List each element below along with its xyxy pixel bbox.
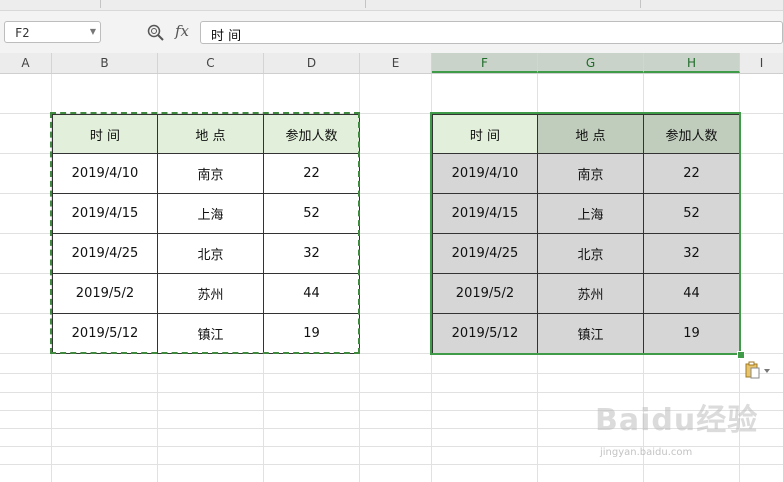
table-cell[interactable]: 南京 <box>158 154 264 194</box>
fill-handle[interactable] <box>737 351 745 359</box>
col-header-i[interactable]: I <box>740 53 783 73</box>
name-box[interactable]: F2 ▼ <box>4 21 101 43</box>
table-cell[interactable]: 2019/4/25 <box>52 234 158 274</box>
table-cell[interactable]: 2019/5/2 <box>432 274 538 314</box>
col-header-h[interactable]: H <box>644 53 740 73</box>
formula-value: 时 间 <box>211 29 242 44</box>
table-cell[interactable]: 北京 <box>538 234 644 274</box>
column-header-row: A B C D E F G H I <box>0 53 783 74</box>
table-cell[interactable]: 19 <box>644 314 740 354</box>
table-cell[interactable]: 上海 <box>538 194 644 234</box>
table-cell[interactable]: 19 <box>264 314 360 354</box>
table-cell[interactable]: 2019/4/10 <box>52 154 158 194</box>
paste-header-time[interactable]: 时 间 <box>432 114 538 154</box>
magnifier-icon[interactable] <box>146 23 166 43</box>
chevron-down-icon[interactable]: ▼ <box>90 27 96 36</box>
col-header-a[interactable]: A <box>0 53 52 73</box>
src-header-place[interactable]: 地 点 <box>158 114 264 154</box>
table-cell[interactable]: 镇江 <box>158 314 264 354</box>
table-cell[interactable]: 2019/5/12 <box>432 314 538 354</box>
formula-input[interactable]: 时 间 <box>200 21 783 44</box>
clipboard-icon[interactable] <box>745 361 771 379</box>
col-header-c[interactable]: C <box>158 53 264 73</box>
src-header-count[interactable]: 参加人数 <box>264 114 360 154</box>
table-cell[interactable]: 32 <box>644 234 740 274</box>
table-cell[interactable]: 苏州 <box>158 274 264 314</box>
src-header-time[interactable]: 时 间 <box>52 114 158 154</box>
baidu-watermark-url: jingyan.baidu.com <box>600 447 693 458</box>
baidu-watermark-logo: Baidu经验 <box>595 403 759 438</box>
table-cell[interactable]: 22 <box>644 154 740 194</box>
fx-icon[interactable]: fx <box>175 22 189 40</box>
table-cell[interactable]: 52 <box>644 194 740 234</box>
col-header-e[interactable]: E <box>360 53 432 73</box>
table-cell[interactable]: 2019/4/15 <box>52 194 158 234</box>
col-header-g[interactable]: G <box>538 53 644 73</box>
formula-bar-area: F2 ▼ fx 时 间 <box>0 11 783 53</box>
table-cell[interactable]: 北京 <box>158 234 264 274</box>
col-header-d[interactable]: D <box>264 53 360 73</box>
table-cell[interactable]: 2019/4/15 <box>432 194 538 234</box>
table-cell[interactable]: 苏州 <box>538 274 644 314</box>
table-cell[interactable]: 2019/4/25 <box>432 234 538 274</box>
table-cell[interactable]: 44 <box>644 274 740 314</box>
table-cell[interactable]: 2019/5/12 <box>52 314 158 354</box>
table-cell[interactable]: 2019/5/2 <box>52 274 158 314</box>
col-header-f[interactable]: F <box>432 53 538 73</box>
table-cell[interactable]: 52 <box>264 194 360 234</box>
table-cell[interactable]: 22 <box>264 154 360 194</box>
table-cell[interactable]: 镇江 <box>538 314 644 354</box>
ribbon-remnant <box>0 0 783 11</box>
name-box-value: F2 <box>15 26 30 40</box>
table-cell[interactable]: 上海 <box>158 194 264 234</box>
table-cell[interactable]: 44 <box>264 274 360 314</box>
table-cell[interactable]: 南京 <box>538 154 644 194</box>
table-cell[interactable]: 32 <box>264 234 360 274</box>
table-cell[interactable]: 2019/4/10 <box>432 154 538 194</box>
paste-header-place[interactable]: 地 点 <box>538 114 644 154</box>
paste-header-count[interactable]: 参加人数 <box>644 114 740 154</box>
col-header-b[interactable]: B <box>52 53 158 73</box>
